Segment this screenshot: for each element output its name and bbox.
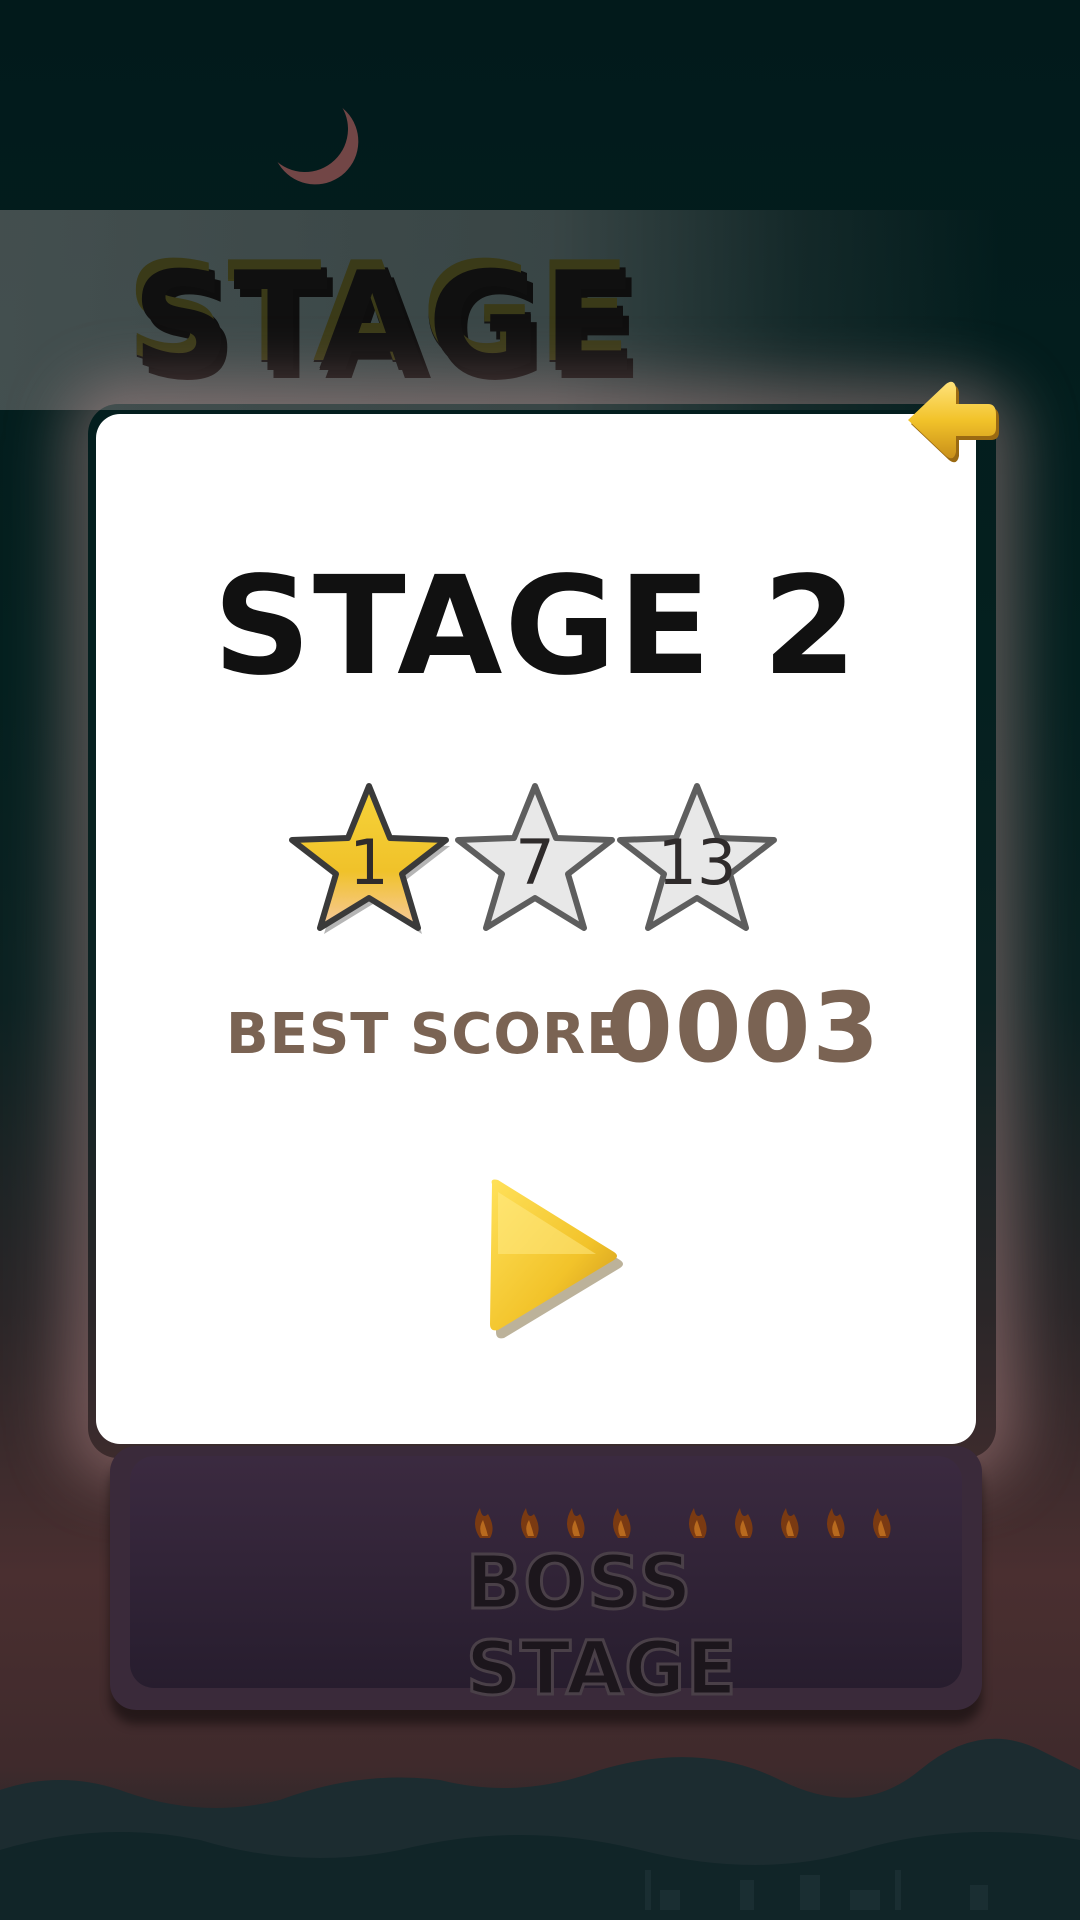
star-2: 7 <box>450 776 620 946</box>
boss-stage-panel: BOSS STAGE <box>130 1456 962 1714</box>
star-3: 13 <box>612 776 782 946</box>
star-label: 1 <box>349 826 389 899</box>
stage-title: STAGE 2 <box>213 548 859 706</box>
background-hills <box>0 1738 1080 1920</box>
page-title: STAGE <box>126 234 634 395</box>
boss-stage-label: BOSS STAGE <box>465 1539 739 1714</box>
star-label: 13 <box>657 826 737 899</box>
play-button[interactable] <box>476 1170 636 1340</box>
back-button[interactable] <box>900 370 1000 470</box>
boss-stage-button[interactable]: BOSS STAGE <box>110 1446 982 1714</box>
left-arrow-icon <box>908 381 999 463</box>
moon-icon <box>255 79 355 179</box>
best-score-value: 0003 <box>606 972 882 1084</box>
star-1: 1 <box>284 776 454 946</box>
flame-icon <box>475 1508 891 1538</box>
best-score-label: BEST SCORE <box>226 1002 626 1067</box>
play-icon <box>490 1179 623 1339</box>
star-label: 7 <box>515 826 555 899</box>
